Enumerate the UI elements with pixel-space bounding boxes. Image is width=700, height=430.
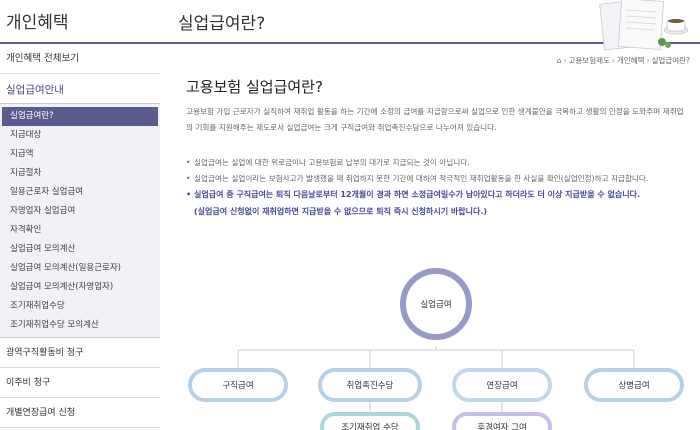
- sidebar-item-what-is-unemployment-benefit[interactable]: 실업급여란?: [2, 107, 158, 126]
- breadcrumb-item[interactable]: 고용보험제도: [569, 55, 610, 66]
- home-icon[interactable]: ⌂: [557, 56, 562, 65]
- sidebar-item-amount[interactable]: 지급액: [0, 145, 160, 164]
- sidebar-item-eligibility[interactable]: 지급대상: [0, 126, 160, 145]
- intro-paragraph: 고용보험 가입 근로자가 실직하여 재취업 활동을 하는 기간에 소정의 급여를…: [186, 107, 684, 132]
- diagram-node-job-seeking-benefit: 구직급여: [188, 368, 288, 402]
- sidebar: 개인혜택 개인혜택 전체보기 실업급여안내 실업급여란? 지급대상 지급액 지급…: [0, 0, 160, 430]
- diagram-node-early-reemployment: 조기재취업 수당: [320, 412, 420, 430]
- benefit-structure-diagram: 실업급여 구직급여 취업촉진수당 연장급여 상병급여 조기재취업 수당 후경여자…: [160, 262, 700, 430]
- sidebar-item-early-reemployment[interactable]: 조기재취업수당: [0, 297, 160, 316]
- sidebar-section-unemployment[interactable]: 실업급여안내: [0, 74, 160, 104]
- documents-coffee-illustration: [599, 0, 689, 50]
- breadcrumb-item[interactable]: 개인혜택: [617, 55, 645, 66]
- sidebar-item-procedure[interactable]: 지급절차: [0, 164, 160, 183]
- breadcrumb: ⌂ › 고용보험제도 › 개인혜택 › 실업급여란?: [557, 55, 690, 66]
- diagram-center-node: 실업급여: [400, 268, 472, 340]
- page: 개인혜택 개인혜택 전체보기 실업급여안내 실업급여란? 지급대상 지급액 지급…: [0, 0, 700, 430]
- bullet-item: 실업급여는 실업이라는 보험사고가 발생했을 때 취업하지 못한 기간에 대하여…: [186, 172, 686, 186]
- sidebar-item-self-employed[interactable]: 자영업자 실업급여: [0, 202, 160, 221]
- sidebar-sub-list: 실업급여란? 지급대상 지급액 지급절차 일용근로자 실업급여 자영업자 실업급…: [0, 104, 160, 338]
- sidebar-item-daily-worker[interactable]: 일용근로자 실업급여: [0, 183, 160, 202]
- sidebar-item-qualification-check[interactable]: 자격확인: [0, 221, 160, 240]
- emphasis-note: (실업급여 신청없이 재취업하면 지급받을 수 없으므로 퇴직 즉시 신청하시기…: [194, 206, 488, 216]
- sidebar-item-relocation-expense[interactable]: 이주비 청구: [0, 368, 160, 398]
- sidebar-title: 개인혜택: [0, 0, 160, 44]
- sidebar-item-job-search-expense[interactable]: 광역구직활동비 청구: [0, 338, 160, 368]
- diagram-node-extended-benefit: 연장급여: [452, 368, 552, 402]
- diagram-node-sub-benefit: 후경여자 그여: [452, 412, 552, 430]
- page-header: 실업급여란?: [160, 0, 700, 50]
- sidebar-item-mock-calc[interactable]: 실업급여 모의계산: [0, 240, 160, 259]
- sidebar-overview-link[interactable]: 개인혜택 전체보기: [0, 44, 160, 74]
- sidebar-item-mock-calc-self-employed[interactable]: 실업급여 모의계산(자영업자): [0, 278, 160, 297]
- bullet-item: 실업급여는 실업에 대한 위로금이나 고용보험료 납부의 대가로 지급되는 것이…: [186, 156, 686, 170]
- sidebar-item-mock-calc-daily[interactable]: 실업급여 모의계산(일용근로자): [0, 259, 160, 278]
- breadcrumb-separator: ›: [611, 56, 615, 65]
- section-heading: 고용보험 실업급여란?: [186, 78, 323, 96]
- sidebar-item-early-reemployment-calc[interactable]: 조기재취업수당 모의계산: [0, 316, 160, 335]
- diagram-node-sickness-benefit: 상병급여: [584, 368, 684, 402]
- breadcrumb-separator: ›: [646, 56, 650, 65]
- breadcrumb-separator: ›: [563, 56, 567, 65]
- sidebar-item-extended-benefit[interactable]: 개별연장급여 신청: [0, 398, 160, 428]
- page-title: 실업급여란?: [178, 14, 266, 34]
- bullet-list: 실업급여는 실업에 대한 위로금이나 고용보험료 납부의 대가로 지급되는 것이…: [186, 156, 686, 219]
- emphasis-bullet: 실업급여 중 구직급여는 퇴직 다음날로부터 12개월이 경과 하면 소정급여일…: [186, 188, 686, 203]
- diagram-node-reemployment-promotion: 취업촉진수당: [318, 368, 422, 402]
- breadcrumb-item-current: 실업급여란?: [651, 56, 690, 65]
